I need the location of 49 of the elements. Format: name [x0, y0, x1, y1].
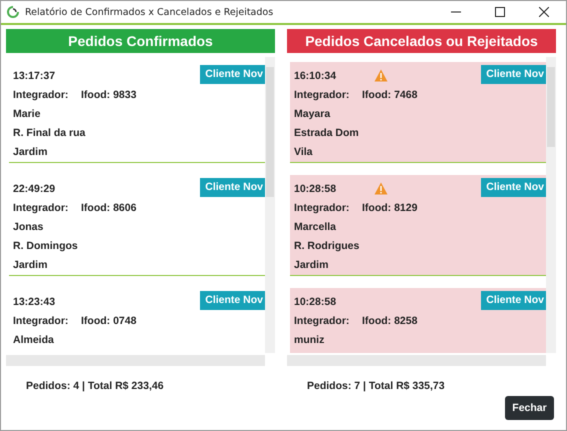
integrator-value: Ifood: 9833 — [81, 88, 136, 100]
integrator-label: Integrador: — [13, 314, 70, 326]
integrator-label: Integrador: — [294, 202, 350, 214]
integrator-value: Ifood: 8258 — [362, 314, 418, 326]
street-text: R. Final da rua — [13, 126, 86, 138]
customer-name: muniz — [294, 334, 324, 346]
orders-total: Pedidos: 7 | Total R$ 335,73 — [306, 379, 446, 392]
close-icon[interactable] — [539, 7, 549, 17]
integrator-label: Integrador: — [13, 202, 70, 214]
new-client-button[interactable]: Cliente Nov — [481, 178, 546, 196]
order-time: 10:28:58 — [294, 296, 338, 308]
new-client-button[interactable]: Cliente Nov — [481, 290, 546, 310]
window-title: Relatório de Confirmados x Cancelados e Rejeitados — [25, 6, 274, 18]
street-text: R. Rodrigues — [294, 240, 360, 252]
order-time: 10:28:58 — [294, 182, 338, 194]
order-time: 13:23:43 — [13, 296, 56, 308]
new-client-button[interactable]: Cliente Nov — [200, 290, 265, 310]
close-dialog-button[interactable]: Fechar — [505, 396, 554, 420]
maximize-icon[interactable] — [495, 7, 505, 17]
district-text: Jardim — [13, 258, 48, 270]
street-text: Estrada Dom — [294, 126, 359, 138]
orders-total: Pedidos: 4 | Total R$ 233,46 — [25, 379, 165, 392]
integrator-value: Ifood: 8129 — [362, 202, 418, 214]
vertical-scrollbar[interactable] — [546, 57, 556, 353]
integrator-label: Integrador: — [294, 88, 350, 100]
vertical-scrollbar[interactable] — [265, 57, 275, 353]
order-time: 22:49:29 — [13, 182, 56, 194]
customer-name: Jonas — [13, 220, 44, 232]
new-client-button[interactable]: Cliente Nov — [200, 178, 265, 196]
integrator-label: Integrador: — [294, 314, 350, 326]
integrator-value: Ifood: 0748 — [81, 314, 136, 326]
panel-header: Pedidos Cancelados ou Rejeitados — [287, 29, 556, 53]
customer-name: Mayara — [294, 108, 330, 120]
street-text: R. Domingos — [13, 240, 78, 252]
integrator-label: Integrador: — [13, 88, 70, 100]
customer-name: Marie — [13, 108, 40, 120]
app-icon — [7, 6, 19, 18]
district-text: Jardim — [13, 146, 48, 158]
customer-name: Almeida — [13, 334, 54, 346]
new-client-button[interactable]: Cliente Nov — [200, 64, 265, 84]
panel-header: Pedidos Confirmados — [6, 29, 275, 53]
customer-name: Marcella — [294, 220, 336, 232]
new-client-button[interactable]: Cliente Nov — [481, 64, 546, 84]
integrator-value: Ifood: 8606 — [81, 202, 136, 214]
district-text: Jardim — [294, 258, 328, 270]
order-time: 13:17:37 — [13, 70, 56, 82]
integrator-value: Ifood: 7468 — [362, 88, 418, 100]
order-time: 16:10:34 — [294, 70, 338, 82]
district-text: Vila — [294, 146, 312, 158]
